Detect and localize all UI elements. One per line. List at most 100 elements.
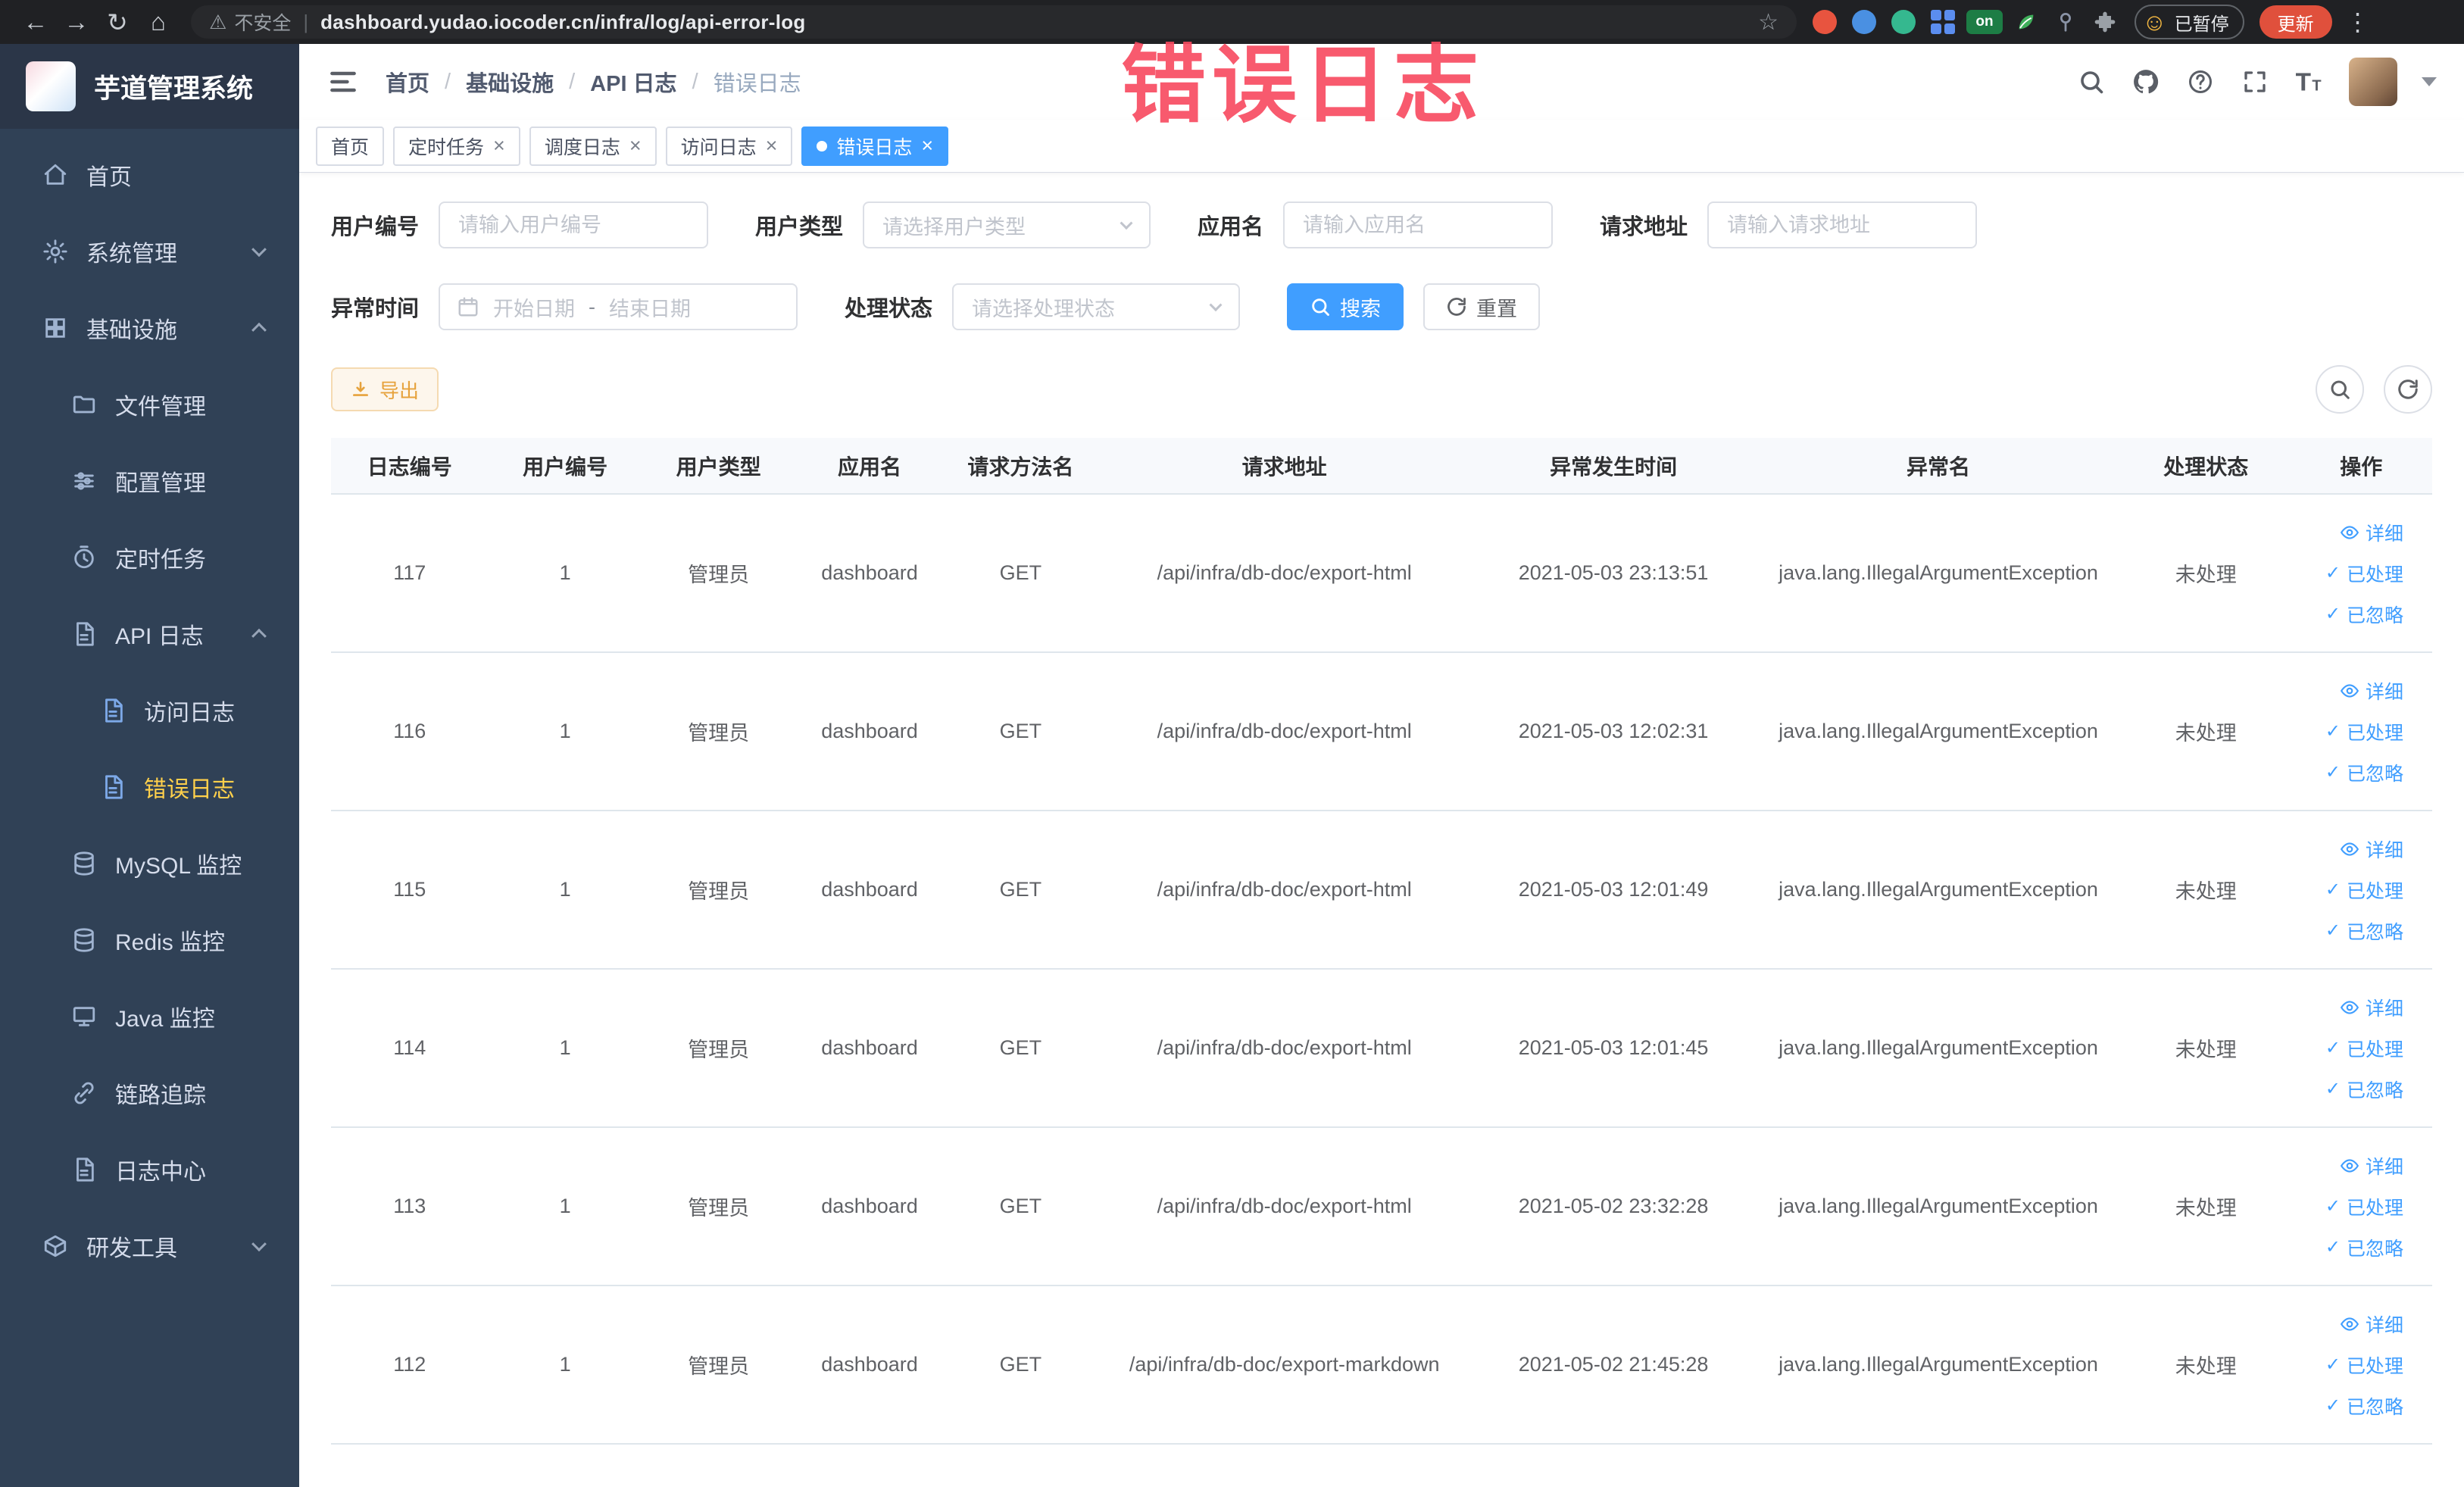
sidebar-item-trace[interactable]: 链路追踪	[0, 1054, 299, 1131]
toggle-search-button[interactable]	[2316, 365, 2364, 414]
avatar[interactable]	[2349, 58, 2397, 106]
sidebar-item-file-manage[interactable]: 文件管理	[0, 366, 299, 442]
user-type-select[interactable]: 请选择用户类型	[863, 201, 1151, 248]
mark-processed-link[interactable]: ✓ 已处理	[2325, 1351, 2403, 1379]
breadcrumb-api-log[interactable]: API 日志	[590, 66, 676, 98]
font-size-icon[interactable]	[2294, 67, 2325, 97]
close-icon[interactable]: ×	[766, 136, 778, 156]
detail-link[interactable]: 详细	[2340, 836, 2403, 863]
sidebar-item-config-manage[interactable]: 配置管理	[0, 442, 299, 519]
cell-actions: 详细 ✓ 已处理 ✓ 已忽略	[2290, 811, 2432, 970]
sidebar-item-java-monitor[interactable]: Java 监控	[0, 978, 299, 1054]
breadcrumb-infra[interactable]: 基础设施	[466, 66, 554, 98]
filter-request-url: 请求地址	[1600, 201, 1978, 248]
sidebar-item-error-log[interactable]: 错误日志	[0, 748, 299, 825]
browser-menu-icon[interactable]: ⋮	[2346, 8, 2370, 36]
extension-icon-6[interactable]	[2050, 6, 2081, 38]
sidebar-item-infra[interactable]: 基础设施	[0, 289, 299, 366]
hamburger-icon[interactable]	[326, 65, 360, 98]
sidebar-item-access-log[interactable]: 访问日志	[0, 672, 299, 748]
sidebar-item-mysql-monitor[interactable]: MySQL 监控	[0, 825, 299, 901]
mark-ignored-link[interactable]: ✓ 已忽略	[2325, 601, 2403, 628]
extension-icon-3[interactable]	[1888, 6, 1919, 38]
detail-link[interactable]: 详细	[2340, 994, 2403, 1021]
cell-app-name: dashboard	[795, 652, 945, 811]
filter-row-1: 用户编号 用户类型 请选择用户类型 应用名	[331, 201, 2432, 248]
mark-processed-link[interactable]: ✓ 已处理	[2325, 718, 2403, 745]
github-icon[interactable]	[2131, 67, 2161, 97]
bookmark-star-icon[interactable]: ☆	[1758, 9, 1779, 36]
process-status-select[interactable]: 请选择处理状态	[952, 283, 1241, 330]
close-icon[interactable]: ×	[921, 136, 933, 156]
mark-processed-link[interactable]: ✓ 已处理	[2325, 1193, 2403, 1220]
detail-link[interactable]: 详细	[2340, 677, 2403, 704]
cell-actions: 详细 ✓ 已处理 ✓ 已忽略	[2290, 652, 2432, 811]
exception-time-range[interactable]: 开始日期 - 结束日期	[439, 283, 798, 330]
check-icon: ✓	[2325, 1395, 2341, 1416]
mark-ignored-link[interactable]: ✓ 已忽略	[2325, 1234, 2403, 1261]
security-badge[interactable]: 不安全	[234, 8, 291, 36]
end-date-placeholder[interactable]: 结束日期	[609, 292, 691, 322]
export-button[interactable]: 导出	[331, 367, 439, 411]
detail-link[interactable]: 详细	[2340, 519, 2403, 546]
browser-chrome: ← → ↻ ⌂ ⚠ 不安全 | dashboard.yudao.iocoder.…	[0, 0, 2464, 44]
home-button[interactable]: ⌂	[138, 5, 179, 39]
fullscreen-icon[interactable]	[2240, 67, 2270, 97]
column-exception-time: 异常发生时间	[1472, 438, 1755, 495]
sidebar-item-dev-tools[interactable]: 研发工具	[0, 1207, 299, 1284]
close-icon[interactable]: ×	[493, 136, 505, 156]
profile-chip[interactable]: ☺ 已暂停	[2135, 5, 2244, 39]
column-request-url: 请求地址	[1097, 438, 1472, 495]
tab-access-log[interactable]: 访问日志 ×	[665, 126, 793, 166]
breadcrumb-home[interactable]: 首页	[386, 66, 429, 98]
sidebar-item-api-log[interactable]: API 日志	[0, 595, 299, 672]
extension-icon-2[interactable]	[1848, 6, 1880, 38]
sidebar-item-scheduled-tasks[interactable]: 定时任务	[0, 519, 299, 595]
mark-ignored-link[interactable]: ✓ 已忽略	[2325, 1076, 2403, 1103]
request-url-input[interactable]	[1707, 201, 1978, 248]
app-name-input[interactable]	[1283, 201, 1554, 248]
mark-processed-link[interactable]: ✓ 已处理	[2325, 876, 2403, 904]
sidebar-logo[interactable]: 芋道管理系统	[0, 44, 299, 129]
back-button[interactable]: ←	[15, 5, 56, 39]
mark-ignored-link[interactable]: ✓ 已忽略	[2325, 1392, 2403, 1420]
cell-user-type: 管理员	[642, 1127, 795, 1286]
app-title: 芋道管理系统	[94, 73, 254, 104]
user-id-input[interactable]	[439, 201, 709, 248]
search-icon[interactable]	[2076, 67, 2106, 97]
detail-link[interactable]: 详细	[2340, 1310, 2403, 1338]
start-date-placeholder[interactable]: 开始日期	[493, 292, 575, 322]
cell-exception-time: 2021-05-03 12:01:49	[1472, 811, 1755, 970]
sidebar-item-system[interactable]: 系统管理	[0, 213, 299, 289]
tab-home[interactable]: 首页	[316, 126, 385, 166]
tab-schedule-log[interactable]: 调度日志 ×	[529, 126, 657, 166]
date-range-separator: -	[589, 295, 596, 318]
tab-error-log[interactable]: 错误日志 ×	[801, 126, 949, 166]
extension-icon-1[interactable]	[1809, 6, 1841, 38]
mark-ignored-link[interactable]: ✓ 已忽略	[2325, 759, 2403, 786]
help-icon[interactable]	[2185, 67, 2216, 97]
tab-scheduled-tasks[interactable]: 定时任务 ×	[393, 126, 520, 166]
mark-processed-link[interactable]: ✓ 已处理	[2325, 560, 2403, 587]
mark-processed-link[interactable]: ✓ 已处理	[2325, 1035, 2403, 1062]
forward-button[interactable]: →	[56, 5, 97, 39]
detail-link[interactable]: 详细	[2340, 1152, 2403, 1179]
sidebar-item-redis-monitor[interactable]: Redis 监控	[0, 901, 299, 978]
omnibox[interactable]: ⚠ 不安全 | dashboard.yudao.iocoder.cn/infra…	[191, 5, 1797, 39]
caret-down-icon[interactable]	[2422, 77, 2437, 86]
mark-ignored-link[interactable]: ✓ 已忽略	[2325, 917, 2403, 945]
update-button[interactable]: 更新	[2259, 5, 2332, 39]
extension-icon-4[interactable]	[1927, 6, 1959, 38]
extensions-puzzle-icon[interactable]	[2089, 6, 2121, 38]
sidebar-item-log-center[interactable]: 日志中心	[0, 1131, 299, 1207]
close-icon[interactable]: ×	[629, 136, 642, 156]
reset-button[interactable]: 重置	[1423, 283, 1541, 330]
url-text[interactable]: dashboard.yudao.iocoder.cn/infra/log/api…	[320, 11, 806, 34]
sidebar-item-label: 访问日志	[144, 700, 235, 726]
refresh-button[interactable]	[2384, 365, 2432, 414]
extension-icon-5[interactable]	[2010, 6, 2042, 38]
extension-on-badge[interactable]: on	[1966, 10, 2003, 34]
search-button[interactable]: 搜索	[1287, 283, 1404, 330]
reload-button[interactable]: ↻	[97, 5, 138, 39]
sidebar-item-home[interactable]: 首页	[0, 136, 299, 213]
